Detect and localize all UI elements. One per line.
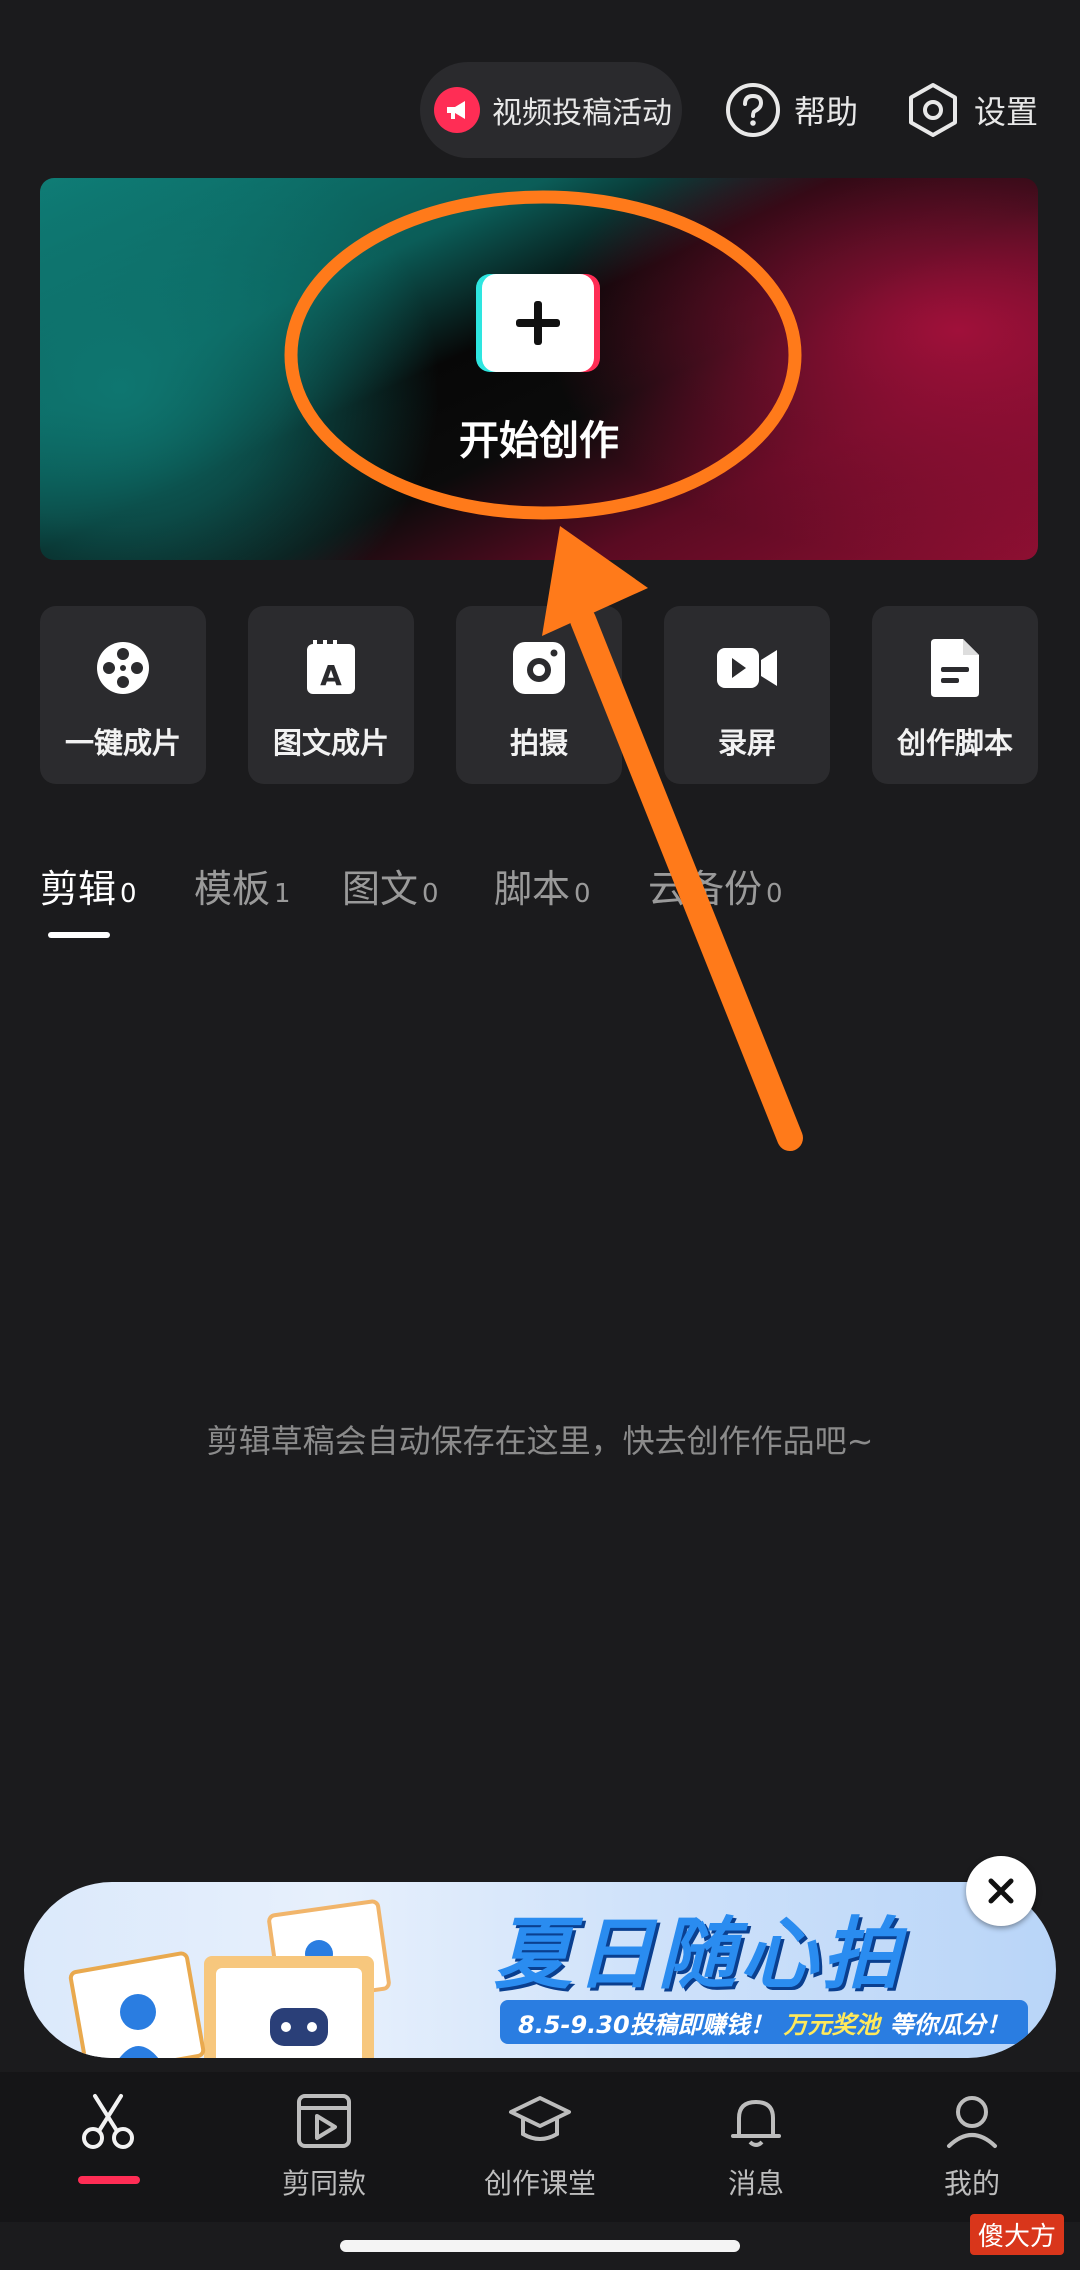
- tab-script[interactable]: 脚本 0: [494, 858, 591, 913]
- nav-creator-class[interactable]: 创作课堂: [450, 2090, 630, 2202]
- video-activity-button[interactable]: 视频投稿活动: [420, 62, 682, 158]
- promo-illustration-icon: [68, 1899, 391, 2058]
- tool-text-image-video[interactable]: A 图文成片: [248, 606, 414, 784]
- start-creation-label: 开始创作: [459, 418, 619, 464]
- tab-count: 0: [574, 879, 591, 909]
- quick-tools: 一键成片 A 图文成片 拍摄 录屏 创作脚本: [40, 606, 1040, 784]
- top-bar: 视频投稿活动 帮助 设置: [0, 58, 1080, 166]
- tab-count: 0: [766, 879, 783, 909]
- home-indicator: [340, 2240, 740, 2252]
- film-reel-icon: [91, 636, 155, 700]
- video-activity-label: 视频投稿活动: [492, 96, 672, 131]
- tool-label: 一键成片: [64, 726, 181, 760]
- tool-label: 拍摄: [509, 726, 568, 760]
- tab-text-image[interactable]: 图文 0: [342, 858, 439, 913]
- screen-record-icon: [715, 636, 779, 700]
- bell-icon: [731, 2100, 781, 2147]
- tool-label: 录屏: [717, 726, 776, 760]
- nav-label: 消息: [727, 2167, 784, 2200]
- tab-count: 1: [274, 879, 291, 909]
- promo-subtitle-post: 等你瓜分！: [889, 2010, 1010, 2039]
- tab-label: 云备份: [648, 867, 763, 911]
- tab-label: 脚本: [494, 867, 571, 911]
- nav-label: 创作课堂: [483, 2167, 596, 2200]
- bottom-nav: 剪同款 创作课堂 消息 我的: [0, 2072, 1080, 2222]
- tab-label: 剪辑: [40, 867, 117, 911]
- tab-count: 0: [422, 879, 439, 909]
- promo-subtitle-pre: 8.5-9.30投稿即赚钱！: [518, 2010, 774, 2039]
- nav-messages[interactable]: 消息: [666, 2090, 846, 2202]
- empty-state-message: 剪辑草稿会自动保存在这里，快去创作作品吧~: [206, 1422, 874, 1460]
- gear-icon: [909, 83, 957, 137]
- promo-banner[interactable]: 夏日随心拍 8.5-9.30投稿即赚钱！ 万元奖池 等你瓜分！: [24, 1882, 1056, 2058]
- active-nav-indicator: [78, 2176, 140, 2184]
- nav-label: 剪同款: [281, 2167, 366, 2200]
- camera-icon: [507, 636, 571, 700]
- tab-template[interactable]: 模板 1: [194, 858, 291, 913]
- nav-profile[interactable]: 我的: [882, 2090, 1062, 2202]
- profile-icon: [947, 2096, 997, 2148]
- scissors-icon: [82, 2094, 134, 2149]
- svg-text:A: A: [320, 659, 342, 692]
- graduation-cap-icon: [509, 2096, 571, 2141]
- help-button[interactable]: 帮助: [724, 76, 858, 144]
- close-promo-button[interactable]: [966, 1856, 1036, 1926]
- promo-subtitle-highlight: 万元奖池: [783, 2010, 880, 2039]
- tool-creation-script[interactable]: 创作脚本: [872, 606, 1038, 784]
- tool-screen-record[interactable]: 录屏: [664, 606, 830, 784]
- text-image-icon: A: [299, 636, 363, 700]
- tab-cloud-backup[interactable]: 云备份 0: [648, 858, 783, 913]
- settings-button[interactable]: 设置: [904, 76, 1038, 144]
- start-creation-banner[interactable]: 开始创作: [40, 178, 1038, 560]
- active-tab-indicator: [48, 932, 110, 938]
- tab-count: 0: [120, 879, 137, 909]
- help-label: 帮助: [794, 93, 859, 131]
- tab-edit[interactable]: 剪辑 0: [40, 858, 137, 913]
- close-icon: [988, 1878, 1014, 1904]
- template-clip-icon: [297, 2094, 351, 2148]
- watermark: 傻大方: [969, 2214, 1064, 2255]
- tab-label: 模板: [194, 867, 271, 911]
- tool-one-click-video[interactable]: 一键成片: [40, 606, 206, 784]
- help-icon: [726, 83, 780, 137]
- draft-tabs: 剪辑 0 模板 1 图文 0 脚本 0 云备份 0: [40, 858, 1040, 938]
- script-document-icon: [923, 636, 987, 700]
- tool-label: 图文成片: [272, 726, 389, 760]
- tool-label: 创作脚本: [896, 726, 1013, 760]
- tool-shoot[interactable]: 拍摄: [456, 606, 622, 784]
- promo-subtitle: 8.5-9.30投稿即赚钱！ 万元奖池 等你瓜分！: [500, 2000, 1028, 2044]
- settings-label: 设置: [974, 93, 1039, 131]
- tab-label: 图文: [342, 867, 419, 911]
- nav-same-style[interactable]: 剪同款: [234, 2090, 414, 2202]
- promo-title: 夏日随心拍: [494, 1910, 905, 2000]
- nav-label: 我的: [943, 2167, 1000, 2200]
- megaphone-icon: [434, 87, 480, 133]
- nav-edit[interactable]: [18, 2090, 198, 2162]
- plus-icon: [482, 274, 594, 372]
